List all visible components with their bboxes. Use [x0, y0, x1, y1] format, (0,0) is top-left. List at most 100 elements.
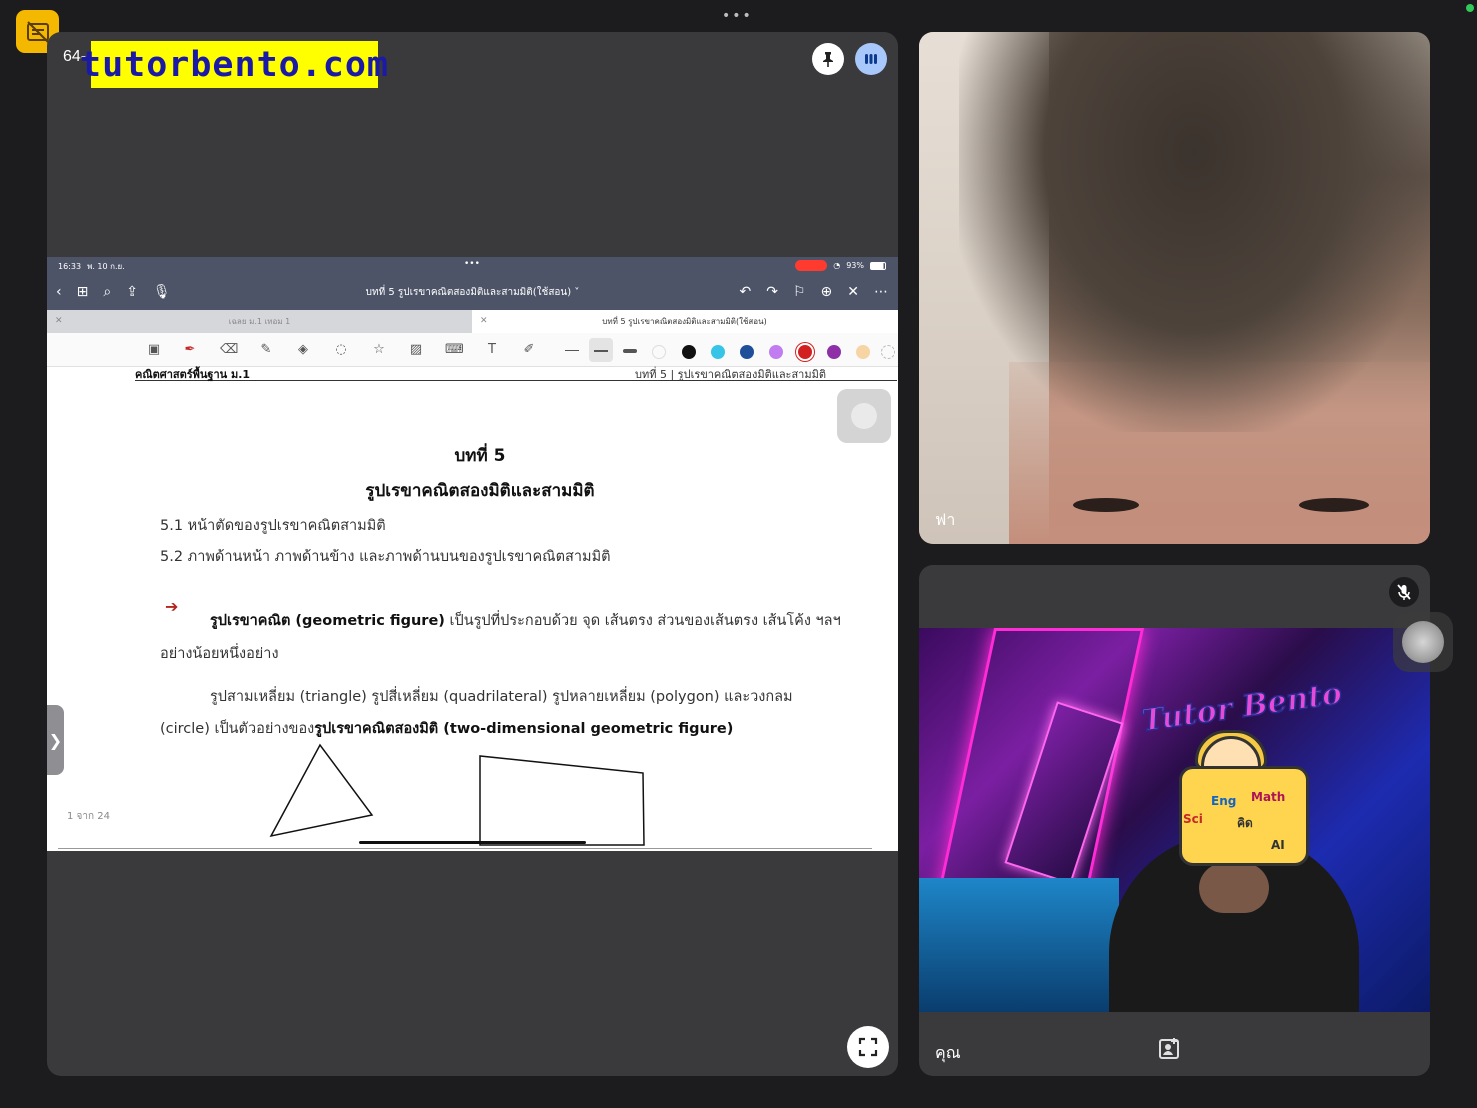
sticker-label: Math	[1251, 790, 1286, 804]
stroke-medium[interactable]	[594, 350, 608, 352]
tab-label: บทที่ 5 รูปเรขาคณิตสองมิติและสามมิติ(ใช้…	[602, 317, 767, 326]
definition-text-2: อย่างน้อยหนึ่งอย่าง	[160, 646, 279, 662]
pin-icon	[823, 52, 833, 67]
bookmark-icon[interactable]: ⚐	[793, 284, 806, 300]
section-item: 5.2 ภาพด้านหน้า ภาพด้านข้าง และภาพด้านบน…	[160, 549, 611, 565]
sticker-label: คิด	[1237, 816, 1253, 830]
add-person-icon	[1159, 1038, 1179, 1059]
sticker-label: AI	[1271, 838, 1285, 852]
stroke-thick[interactable]	[623, 349, 637, 353]
pin-button[interactable]	[812, 43, 844, 75]
page-indicator: 1 จาก 24	[67, 811, 110, 822]
more-icon[interactable]: ⋯	[874, 284, 888, 300]
tab-label: เฉลย ม.1 เทอม 1	[228, 317, 291, 326]
close-tab-icon[interactable]: ✕	[55, 316, 63, 326]
recording-indicator	[795, 260, 828, 271]
page-header-left: คณิตศาสตร์พื้นฐาน ม.1	[135, 368, 251, 381]
shared-screen: 16:33 พ. 10 ก.ย. ••• ◔ 93% ‹ ⊞ ⌕ ⇪ 🎙 บทท…	[47, 257, 898, 851]
sticker-label: Eng	[1211, 794, 1237, 808]
lasso-icon[interactable]: ◌	[332, 342, 350, 358]
add-page-icon[interactable]: ⊕	[821, 284, 833, 300]
chapter-number: บทที่ 5	[454, 446, 506, 466]
definition-text: เป็นรูปที่ประกอบด้วย จุด เส้นตรง ส่วนของ…	[444, 613, 841, 629]
tutor-bento-sticker: Tutor Bento Sci Eng Math คิด AI	[1139, 675, 1345, 876]
color-swatch-cyan[interactable]	[711, 345, 725, 359]
fullscreen-button[interactable]	[847, 1026, 889, 1068]
stroke-thin[interactable]	[565, 350, 579, 351]
laser-pointer-icon[interactable]: ✐	[520, 342, 538, 358]
tab-chapter-5[interactable]: ✕ บทที่ 5 รูปเรขาคณิตสองมิติและสามมิติ(ใ…	[472, 310, 897, 333]
audio-bars-icon	[865, 54, 877, 64]
hide-tile-icon	[26, 20, 49, 43]
participant-video-detail	[1073, 498, 1139, 512]
page-edge	[58, 848, 872, 849]
assistive-touch-button[interactable]	[1393, 612, 1453, 672]
document-nav-bar: ‹ ⊞ ⌕ ⇪ 🎙 บทที่ 5 รูปเรขาคณิตสองมิติและส…	[47, 275, 898, 310]
example-line-1: รูปสามเหลี่ยม (triangle) รูปสี่เหลี่ยม (…	[210, 689, 793, 705]
color-picker[interactable]	[881, 345, 895, 359]
image-icon[interactable]: ▨	[407, 342, 425, 358]
sticker-title: Tutor Bento	[1139, 675, 1345, 739]
undo-icon[interactable]: ↶	[740, 284, 752, 300]
muted-indicator	[1389, 577, 1419, 607]
status-date: พ. 10 ก.ย.	[87, 261, 125, 271]
multitask-dots: •••	[464, 259, 480, 269]
pen-toolbar: ▣ ✒ ⌫ ✎ ◈ ◌ ☆ ▨ ⌨ T ✐	[47, 333, 898, 367]
status-time: 16:33	[58, 261, 82, 271]
sticker-label: Sci	[1183, 812, 1203, 826]
participant-video-hair	[959, 32, 1430, 432]
camera-indicator	[1466, 4, 1474, 12]
document-page: คณิตศาสตร์พื้นฐาน ม.1 บทที่ 5 | รูปเรขาค…	[47, 367, 898, 851]
eraser-icon[interactable]: ⌫	[220, 342, 238, 358]
participant-name: คุณ	[935, 1043, 961, 1062]
battery-level: 93%	[846, 261, 864, 270]
participant-video-detail	[1299, 498, 1369, 512]
floating-handle[interactable]	[837, 389, 891, 443]
example-line-2: (circle) เป็นตัวอย่างของ	[160, 721, 315, 737]
participant-tile-fa[interactable]: ฟา	[919, 32, 1430, 544]
red-arrow-annotation: ➔	[165, 597, 179, 616]
mic-off-icon	[1397, 584, 1411, 600]
section-item: 5.1 หน้าตัดของรูปเรขาคณิตสามมิติ	[160, 518, 386, 534]
shapes-icon[interactable]: ◈	[294, 342, 312, 358]
redo-icon[interactable]: ↷	[766, 284, 778, 300]
watermark-banner: tutorbento.com	[80, 41, 388, 88]
chapter-title: รูปเรขาคณิตสองมิติและสามมิติ	[365, 481, 595, 501]
sticker-icon[interactable]: ☆	[370, 342, 388, 358]
color-swatch-red[interactable]	[798, 345, 812, 359]
battery-icon	[870, 261, 886, 270]
tab-answer-key[interactable]: ✕ เฉลย ม.1 เทอม 1	[47, 310, 472, 333]
page-header-right: บทที่ 5 | รูปเรขาคณิตสองมิติและสามมิติ	[635, 368, 827, 381]
sidebar-toggle[interactable]: ❯	[47, 705, 64, 775]
triangle-shape	[269, 743, 374, 838]
read-mode-icon[interactable]: ▣	[145, 342, 163, 358]
close-icon[interactable]: ✕	[847, 284, 859, 300]
close-tab-icon[interactable]: ✕	[480, 316, 488, 326]
home-indicator	[359, 841, 586, 844]
quadrilateral-shape	[479, 755, 645, 846]
color-swatch-peach[interactable]	[856, 345, 870, 359]
self-video: Tutor Bento Sci Eng Math คิด AI	[919, 628, 1430, 1012]
text-icon[interactable]: T	[483, 342, 501, 358]
presentation-tile[interactable]: 64- tutorbento.com 16:33 พ. 10 ก.ย. ••• …	[47, 32, 898, 1076]
color-swatch-purple[interactable]	[827, 345, 841, 359]
color-swatch-lavender[interactable]	[769, 345, 783, 359]
shapes-figure	[269, 743, 645, 846]
document-tabs: ✕ เฉลย ม.1 เทอม 1 ✕ บทที่ 5 รูปเรขาคณิตส…	[47, 310, 898, 333]
color-swatch-black[interactable]	[682, 345, 696, 359]
participant-tile-self[interactable]: Tutor Bento Sci Eng Math คิด AI คุณ	[919, 565, 1430, 1076]
definition-term: รูปเรขาคณิต (geometric figure)	[210, 613, 445, 629]
keyboard-icon[interactable]: ⌨	[445, 342, 464, 358]
fullscreen-icon	[858, 1037, 878, 1057]
wifi-icon: ◔	[833, 261, 841, 270]
color-swatch-white[interactable]	[652, 345, 666, 359]
page-header: คณิตศาสตร์พื้นฐาน ม.1 บทที่ 5 | รูปเรขาค…	[135, 365, 897, 381]
watermark-text: tutorbento.com	[80, 44, 390, 85]
pen-icon[interactable]: ✒	[181, 342, 199, 358]
audio-level-button[interactable]	[855, 43, 887, 75]
background-shelf	[919, 878, 1119, 1012]
add-people-button[interactable]	[1154, 1034, 1184, 1064]
color-swatch-blue[interactable]	[740, 345, 754, 359]
highlighter-icon[interactable]: ✎	[257, 342, 275, 358]
window-options-dots[interactable]: •••	[722, 8, 753, 24]
